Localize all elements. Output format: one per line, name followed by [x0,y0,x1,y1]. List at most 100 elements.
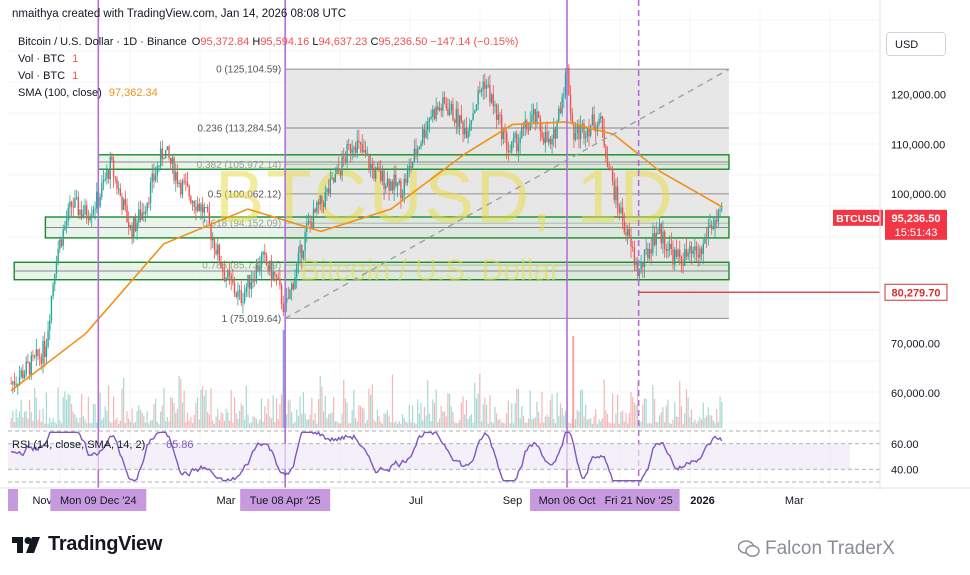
volume-bar [689,417,691,428]
candle-body [428,118,431,122]
volume-bar [440,405,442,428]
volume-bar [351,409,353,428]
volume-bar [564,411,567,428]
candle-body [657,232,659,234]
volume-bar [541,391,543,428]
volume-bar [358,405,360,428]
volume-bar [499,418,501,428]
volume-bar [87,396,89,428]
sma-legend: SMA (100, close) 97,362.34 [18,87,158,99]
volume-bar [213,423,215,428]
candle-body [495,104,498,121]
candle-body [358,140,360,142]
candle-body [82,214,85,217]
candle-body [354,147,357,153]
volume-bar [149,420,152,428]
volume-bar [556,392,558,428]
candle-body [227,270,229,279]
volume-bar [606,414,609,428]
candle-body [237,290,239,297]
volume-bar [524,422,526,428]
currency-button[interactable]: USD [886,32,946,56]
candle-body [640,262,642,270]
candle-body [128,222,130,229]
candle-body [10,383,12,385]
volume-bar [344,398,347,428]
candle-body [390,181,392,191]
volume-bar [511,403,513,428]
candle-body [25,361,27,375]
volume-bar [539,423,541,428]
candle-body [700,248,703,254]
volume-bar [22,417,24,428]
volume-bar [291,412,293,428]
volume-bar [507,400,509,428]
volume-bar [62,397,64,428]
volume-bar [102,417,105,428]
volume-spike [572,336,575,428]
volume-bar [697,420,699,428]
candle-body [445,103,447,109]
volume-bar [173,402,175,428]
volume-bar [138,405,140,428]
candle-body [84,205,86,215]
candle-body [480,89,483,92]
candle-body [448,110,451,115]
volume-bar [464,414,466,428]
volume-bar [485,405,488,428]
volume-bar [128,418,130,428]
volume-bar [489,395,491,428]
volume-bar [218,420,221,428]
candle-body [542,137,545,144]
volume-bar [116,417,118,428]
candle-body [99,197,101,207]
volume-bar [143,415,145,428]
candle-body [255,265,258,282]
volume-bar [385,413,387,428]
candle-body [665,248,668,251]
candle-body [55,261,58,274]
volume-bar [311,397,313,428]
volume-bar [191,423,194,428]
candle-body [405,178,407,183]
close-value: 95,236.50 [378,36,428,48]
candle-body [252,279,254,283]
candle-body [564,72,567,95]
volume-bar [101,419,103,428]
candle-body [494,104,496,106]
volume-bar [23,411,26,428]
candle-body [232,279,234,284]
volume-bar [309,414,311,428]
volume-bar [482,404,484,428]
volume-bar [10,418,12,428]
high-value: 95,594.16 [260,36,310,48]
candle-body [482,81,484,90]
candle-body [144,211,147,214]
volume-label: Vol · BTC [18,53,66,65]
volume-bar [608,422,610,428]
candle-body [522,126,525,128]
candle-body [304,231,306,251]
candle-body [514,133,516,139]
volume-bar [343,379,345,428]
volume-bar [148,423,150,428]
candle-body [420,143,422,147]
candle-body [534,109,536,123]
candle-body [548,138,550,142]
candle-body [485,85,488,89]
volume-bar [625,412,627,428]
candle-body [248,275,251,289]
candle-body [77,197,80,215]
candle-body [684,249,686,266]
volume-bar [400,423,402,428]
volume-bar [422,420,424,428]
candle-body [469,123,471,131]
candle-body [301,244,303,259]
wechat-icon [737,540,760,558]
volume-bar [709,415,711,428]
volume-bar [462,396,464,428]
volume-bar [492,423,494,428]
volume-bar [153,404,155,428]
volume-bar [361,407,363,428]
candle-body [233,283,236,294]
